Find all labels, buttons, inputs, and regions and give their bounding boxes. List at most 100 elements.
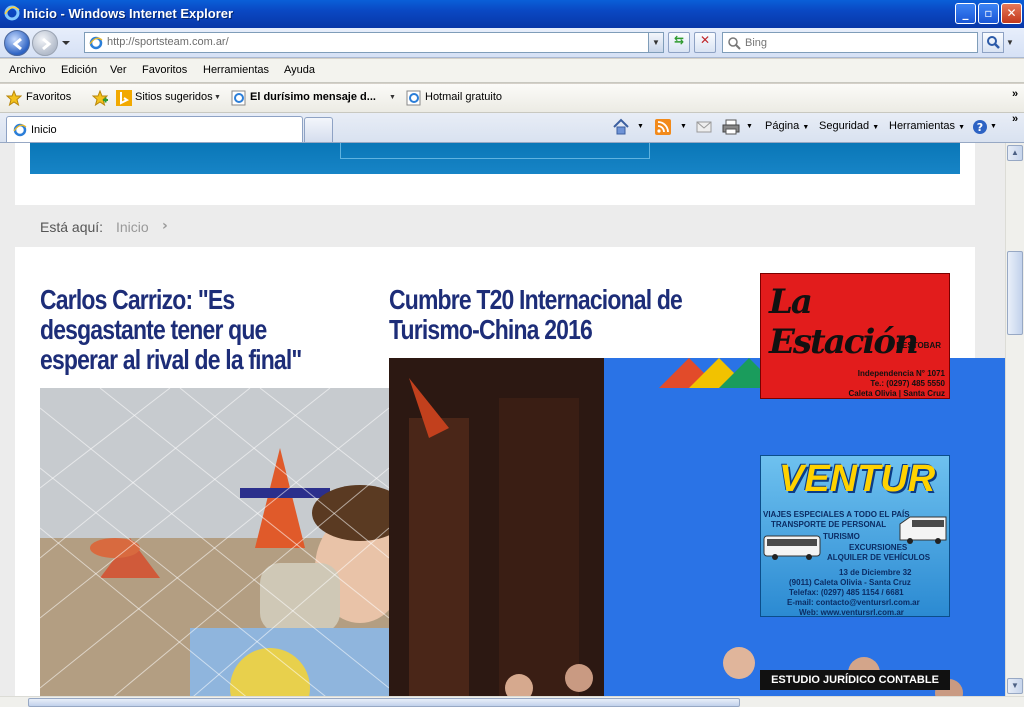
menu-ver[interactable]: Ver	[110, 64, 127, 76]
read-mail-icon[interactable]	[696, 120, 712, 134]
menu-ayuda[interactable]: Ayuda	[284, 64, 315, 76]
new-tab-button[interactable]	[304, 117, 333, 142]
banner-inner-box	[340, 143, 650, 159]
security-menu[interactable]: Seguridad ▼	[819, 120, 879, 132]
chevron-down-icon[interactable]: ▼	[389, 94, 396, 101]
search-icon	[987, 36, 1000, 49]
fav-hotmail-gratuito[interactable]: Hotmail gratuito	[425, 91, 502, 103]
chevron-down-icon: ▼	[958, 124, 966, 131]
url-text[interactable]: http://sportsteam.com.ar/	[107, 36, 229, 48]
security-menu-label: Seguridad	[819, 120, 870, 132]
search-input[interactable]	[745, 35, 971, 51]
horizontal-scrollbar[interactable]	[0, 696, 1024, 707]
help-icon[interactable]: ?	[972, 119, 988, 135]
chevron-down-icon: ▼	[802, 124, 810, 131]
address-field[interactable]: http://sportsteam.com.ar/ ▼	[84, 32, 664, 53]
minimize-button[interactable]: _	[955, 3, 976, 24]
menu-archivo[interactable]: Archivo	[9, 64, 46, 76]
vertical-scrollbar[interactable]: ▲ ▼	[1005, 143, 1024, 696]
search-button[interactable]	[982, 32, 1004, 53]
back-arrow-icon	[12, 37, 22, 51]
add-to-favorites-icon[interactable]	[92, 90, 108, 106]
ad-ventur-line: TURISMO	[823, 532, 860, 541]
menu-herramientas[interactable]: Herramientas	[203, 64, 269, 76]
command-overflow-chevron[interactable]: »	[1012, 113, 1018, 125]
ad-ventur-line: Telefax: (0297) 485 1154 / 6681	[789, 588, 904, 597]
ie-tab-icon	[13, 123, 27, 137]
ie-page-icon	[231, 90, 246, 106]
page-menu[interactable]: Página ▼	[765, 120, 809, 132]
favorites-overflow-chevron[interactable]: »	[1012, 88, 1018, 100]
search-box[interactable]	[722, 32, 978, 53]
navigation-bar: http://sportsteam.com.ar/ ▼ ⇆ ✕ ▼	[0, 28, 1024, 58]
ad-ventur-line: ALQUILER DE VEHÍCULOS	[827, 553, 931, 562]
page-viewport: Está aquí: Inicio › Carlos Carrizo: "Es …	[0, 143, 1005, 696]
scroll-up-icon[interactable]: ▲	[1007, 145, 1023, 161]
menu-edicion[interactable]: Edición	[61, 64, 97, 76]
ad-ventur-logo: VENTUR	[779, 458, 936, 500]
breadcrumb: Está aquí: Inicio ›	[15, 205, 975, 247]
print-icon[interactable]	[722, 119, 740, 135]
article-headline-cumbre-t20[interactable]: Cumbre T20 Internacional de Turismo-Chin…	[389, 285, 709, 345]
site-banner[interactable]	[30, 143, 960, 174]
title-bar: Inicio - Windows Internet Explorer _ ▫ ✕	[0, 0, 1024, 28]
scroll-down-icon[interactable]: ▼	[1007, 678, 1023, 694]
ie-logo-icon	[4, 5, 20, 21]
page-icon	[89, 36, 103, 50]
fav-sitios-sugeridos[interactable]: Sitios sugeridos	[135, 91, 213, 103]
ad-estacion-phone: Te.: (0297) 485 5550	[870, 379, 945, 388]
chevron-down-icon[interactable]: ▼	[637, 123, 644, 130]
ad-ventur[interactable]: VENTUR VIAJES ESPECIALES A TODO EL PAÍS …	[760, 455, 950, 617]
stop-button[interactable]: ✕	[694, 32, 716, 53]
chevron-down-icon[interactable]: ▼	[214, 94, 221, 101]
tab-label: Inicio	[31, 124, 57, 136]
svg-text:?: ?	[977, 121, 983, 134]
scroll-thumb[interactable]	[1007, 251, 1023, 335]
ad-ventur-line: E-mail: contacto@ventursrl.com.ar	[787, 598, 920, 607]
bing-icon	[116, 90, 132, 106]
menu-favoritos[interactable]: Favoritos	[142, 64, 187, 76]
ad-estacion-subtitle: RESTOBAR	[896, 341, 941, 350]
article-photo-carrizo[interactable]	[40, 388, 389, 696]
rss-feeds-icon[interactable]	[655, 119, 671, 135]
ie-page-icon	[406, 90, 421, 106]
maximize-button[interactable]: ▫	[978, 3, 999, 24]
favorites-star-icon	[6, 90, 22, 106]
menu-bar: Archivo Edición Ver Favoritos Herramient…	[0, 59, 1024, 83]
window-title: Inicio - Windows Internet Explorer	[23, 6, 234, 21]
ad-ventur-line: VIAJES ESPECIALES A TODO EL PAÍS	[763, 510, 910, 519]
fav-durisimo-mensaje[interactable]: El durísimo mensaje d...	[250, 91, 376, 103]
tools-menu[interactable]: Herramientas ▼	[889, 120, 965, 132]
favorites-button[interactable]: Favoritos	[26, 91, 71, 103]
recent-pages-chevron-icon[interactable]	[61, 38, 71, 48]
ad-estudio-juridico[interactable]: ESTUDIO JURÍDICO CONTABLE	[760, 670, 950, 690]
article-headline-carrizo[interactable]: Carlos Carrizo: "Es desgastante tener qu…	[40, 285, 335, 375]
address-dropdown-icon[interactable]: ▼	[648, 33, 663, 52]
ad-estacion-address: Independencia N° 1071	[857, 369, 945, 378]
forward-button[interactable]	[32, 30, 58, 56]
refresh-button[interactable]: ⇆	[668, 32, 690, 53]
ad-estacion-logo: La Estación	[769, 282, 919, 362]
chevron-down-icon[interactable]: ▼	[680, 123, 687, 130]
favorites-bar: Favoritos Sitios sugeridos ▼ El durísimo…	[0, 84, 1024, 113]
ad-estacion-city: Caleta Olivia | Santa Cruz	[848, 389, 946, 398]
forward-arrow-icon	[42, 37, 52, 51]
ad-ventur-line: TRANSPORTE DE PERSONAL	[771, 520, 887, 529]
breadcrumb-label: Está aquí:	[40, 219, 104, 235]
back-button[interactable]	[4, 30, 30, 56]
ad-la-estacion[interactable]: La Estación RESTOBAR Independencia N° 10…	[760, 273, 950, 399]
breadcrumb-home-link[interactable]: Inicio	[116, 219, 149, 235]
horizontal-scroll-thumb[interactable]	[28, 698, 740, 707]
home-icon[interactable]	[612, 118, 630, 136]
chevron-down-icon[interactable]: ▼	[746, 123, 753, 130]
ad-ventur-line: (9011) Caleta Olivia - Santa Cruz	[789, 578, 911, 587]
goalkeeper-photo-image	[40, 388, 389, 696]
search-options-dropdown-icon[interactable]: ▼	[1006, 38, 1014, 47]
chevron-right-icon: ›	[162, 218, 168, 234]
van-icon	[899, 516, 947, 544]
tools-menu-label: Herramientas	[889, 120, 956, 132]
tab-row: Inicio ▼ ▼ ▼ Página ▼ Seguridad ▼ Herram…	[0, 113, 1024, 143]
close-button[interactable]: ✕	[1001, 3, 1022, 24]
chevron-down-icon[interactable]: ▼	[990, 123, 997, 130]
tab-inicio[interactable]: Inicio	[6, 116, 303, 142]
